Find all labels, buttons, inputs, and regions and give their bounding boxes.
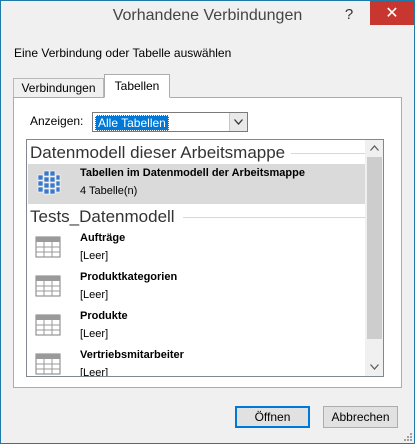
table-icon	[35, 314, 61, 336]
existing-connections-dialog: Vorhandene Verbindungen ? ✕ Eine Verbind…	[0, 0, 415, 444]
table-icon	[35, 353, 61, 375]
item-subtitle: [Leer]	[80, 328, 109, 340]
group-divider	[183, 217, 366, 218]
instruction-text: Eine Verbindung oder Tabelle auswählen	[14, 46, 232, 60]
item-subtitle: [Leer]	[80, 367, 109, 377]
scrollbar-thumb[interactable]	[367, 157, 382, 339]
list-item-produktkategorien[interactable]: Produktkategorien [Leer]	[28, 268, 367, 308]
item-subtitle: [Leer]	[80, 250, 109, 262]
item-title: Produkte	[80, 310, 128, 322]
cancel-button[interactable]: Abbrechen	[323, 406, 398, 428]
tab-tabellen-label: Tabellen	[114, 79, 160, 93]
show-filter-label: Anzeigen:	[30, 114, 84, 128]
show-filter-value: Alle Tabellen	[95, 115, 169, 131]
item-title: Vertriebsmitarbeiter	[80, 349, 184, 361]
scroll-up-arrow-icon[interactable]	[366, 140, 383, 157]
table-icon	[35, 236, 61, 258]
list-item-vertriebsmitarbeiter[interactable]: Vertriebsmitarbeiter [Leer]	[28, 346, 367, 377]
close-button[interactable]: ✕	[370, 1, 414, 25]
item-title: Aufträge	[80, 232, 126, 244]
list-item-auftraege[interactable]: Aufträge [Leer]	[28, 229, 367, 269]
title-bar[interactable]: Vorhandene Verbindungen ? ✕	[1, 1, 414, 32]
help-button[interactable]: ?	[336, 3, 362, 27]
chevron-down-icon[interactable]	[229, 113, 247, 131]
group-header-datamodel: Datenmodell dieser Arbeitsmappe	[30, 143, 286, 162]
resize-grip-icon[interactable]	[402, 431, 412, 441]
item-title: Tabellen im Datenmodell der Arbeitsmappe	[80, 167, 305, 179]
item-title: Produktkategorien	[80, 271, 178, 283]
data-model-cube-icon	[37, 170, 61, 195]
tab-tabellen[interactable]: Tabellen	[104, 74, 170, 98]
tab-verbindungen[interactable]: Verbindungen	[13, 78, 104, 97]
connections-list[interactable]: Datenmodell dieser Arbeitsmappe Tabellen…	[26, 139, 384, 377]
group-divider	[291, 153, 366, 154]
item-subtitle: [Leer]	[80, 289, 109, 301]
list-item-datamodel[interactable]: Tabellen im Datenmodell der Arbeitsmappe…	[28, 164, 367, 204]
vertical-scrollbar[interactable]	[365, 140, 383, 376]
show-filter-select[interactable]: Alle Tabellen	[92, 112, 248, 132]
scroll-down-arrow-icon[interactable]	[366, 359, 383, 376]
list-item-produkte[interactable]: Produkte [Leer]	[28, 307, 367, 347]
group-header-tests: Tests_Datenmodell	[30, 207, 175, 226]
table-icon	[35, 275, 61, 297]
open-button[interactable]: Öffnen	[235, 406, 310, 428]
item-subtitle: 4 Tabelle(n)	[80, 185, 138, 197]
tab-verbindungen-label: Verbindungen	[21, 81, 96, 95]
